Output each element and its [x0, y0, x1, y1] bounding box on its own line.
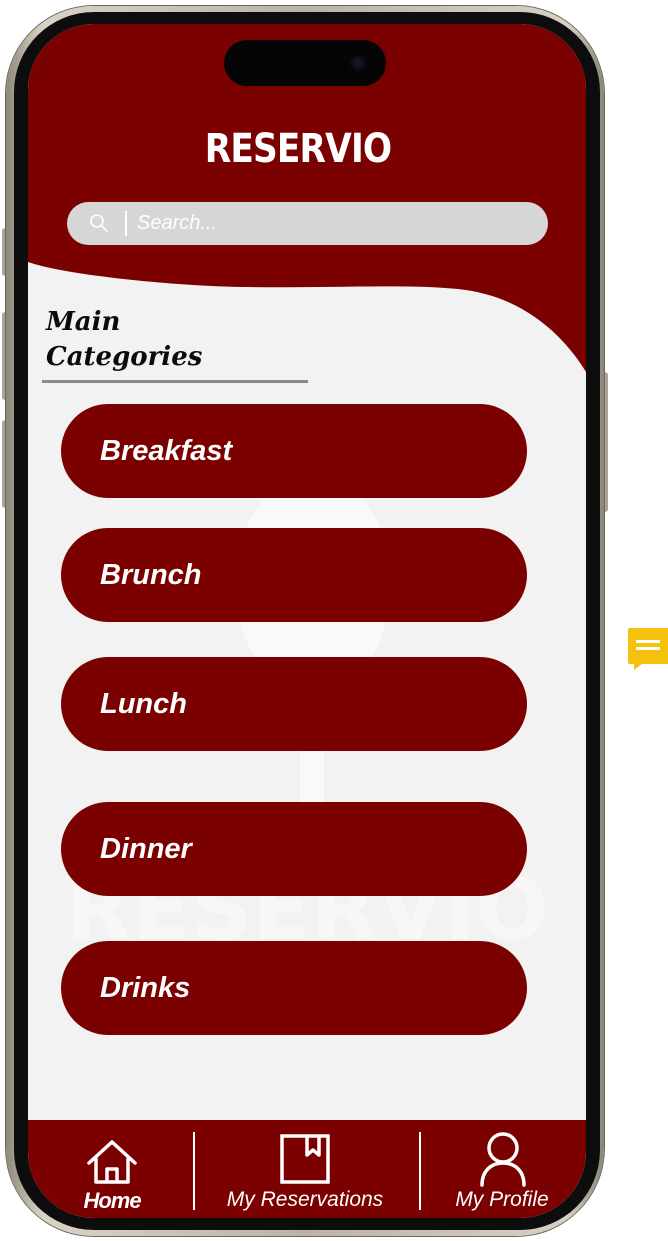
section-title-line1: Main — [46, 307, 121, 337]
nav-home[interactable]: Home — [72, 1120, 152, 1218]
home-icon — [87, 1140, 137, 1184]
nav-home-label: Home — [83, 1188, 141, 1213]
nav-my-profile-label: My Profile — [455, 1188, 549, 1211]
user-icon — [480, 1132, 526, 1187]
category-button-brunch[interactable]: Brunch — [61, 528, 527, 622]
category-button-breakfast[interactable]: Breakfast — [61, 404, 527, 498]
category-button-drinks[interactable]: Drinks — [61, 941, 527, 1035]
comment-icon[interactable] — [628, 628, 668, 670]
camera-icon — [350, 55, 366, 71]
category-button-dinner[interactable]: Dinner — [61, 802, 527, 896]
search-divider — [125, 211, 127, 236]
category-button-lunch[interactable]: Lunch — [61, 657, 527, 751]
section-underline — [42, 380, 308, 383]
nav-divider — [419, 1132, 421, 1210]
nav-my-profile[interactable]: My Profile — [438, 1120, 566, 1218]
category-label: Drinks — [100, 972, 191, 1004]
category-label: Brunch — [100, 559, 202, 591]
category-label: Dinner — [100, 833, 192, 865]
category-label: Breakfast — [100, 435, 233, 467]
bookmark-icon — [280, 1134, 330, 1184]
search-input[interactable] — [137, 202, 527, 245]
nav-my-reservations[interactable]: My Reservations — [208, 1120, 402, 1218]
nav-divider — [193, 1132, 195, 1210]
dynamic-island — [224, 40, 386, 86]
search-bar[interactable] — [67, 202, 548, 245]
nav-my-reservations-label: My Reservations — [226, 1188, 384, 1211]
bottom-nav: Home My Reservations My Profile — [28, 1120, 586, 1218]
search-icon — [90, 214, 108, 232]
section-title: Main Categories — [46, 305, 202, 375]
section-title-line2: Categories — [46, 342, 203, 372]
app-screen: RESERVIO RESERVIO Main Categories Breakf… — [28, 24, 586, 1218]
category-label: Lunch — [100, 688, 187, 720]
phone-mockup: RESERVIO RESERVIO Main Categories Breakf… — [0, 0, 668, 1241]
app-title: RESERVIO — [204, 126, 392, 172]
